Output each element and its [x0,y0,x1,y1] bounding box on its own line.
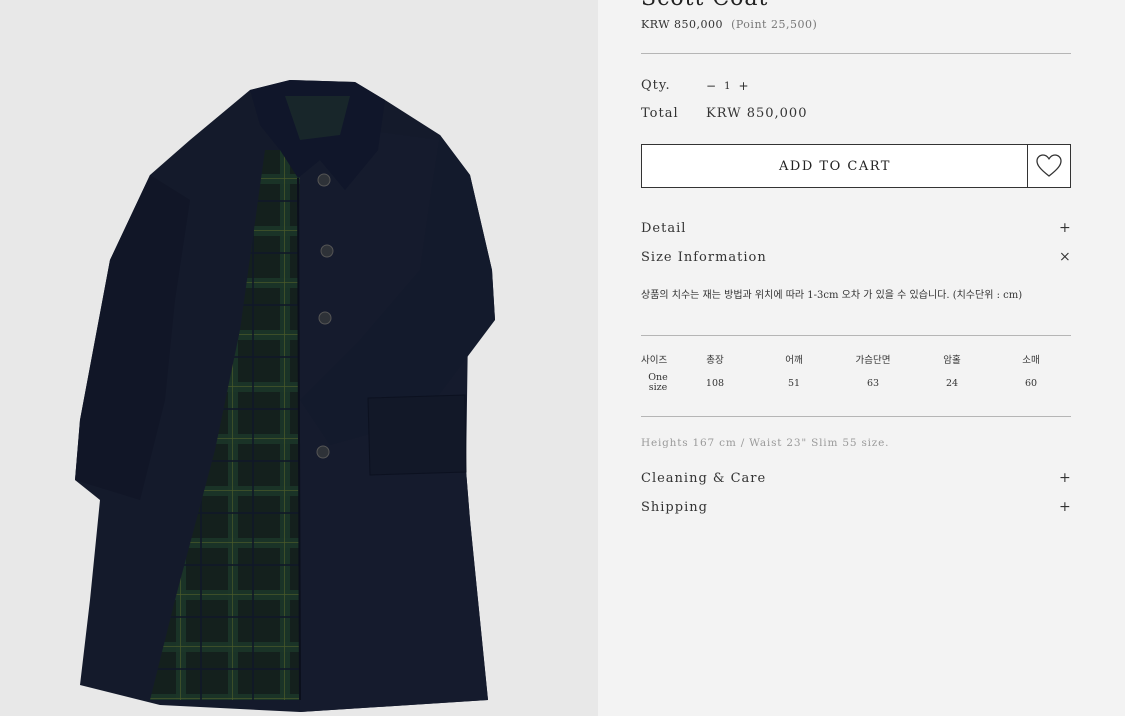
qty-value[interactable]: 1 [724,81,730,92]
add-to-cart-button[interactable]: ADD TO CART [641,144,1029,188]
quantity-stepper: − 1 + [706,79,749,93]
size-note: 상품의 치수는 재는 방법과 위치에 따라 1-3cm 오차 가 있을 수 있습… [641,290,1023,301]
wishlist-button[interactable] [1027,144,1071,188]
plus-icon[interactable]: + [1059,220,1071,236]
qty-label: Qty. [641,78,671,93]
heart-icon [1036,154,1062,177]
divider [641,335,1071,336]
total-value: KRW 850,000 [706,106,808,121]
accordion-cleaning-label: Cleaning & Care [641,470,767,486]
divider [641,53,1071,54]
qty-minus-button[interactable]: − [706,79,716,93]
product-info-panel: Scott Coat KRW 850,000 (Point 25,500) Qt… [598,0,1125,716]
close-icon[interactable]: × [1059,249,1071,265]
plus-icon[interactable]: + [1059,470,1071,486]
table-row: One size 108 51 63 24 60 [641,370,1071,396]
product-title: Scott Coat [641,0,768,11]
size-header-cell: 암홀 [943,355,961,366]
size-table: 사이즈 총장 어깨 가슴단면 암홀 소매 One size 108 51 63 … [641,350,1071,396]
size-value-cell: 63 [866,377,880,389]
accordion-detail-label: Detail [641,220,687,236]
accordion-shipping[interactable]: Shipping + [641,499,1071,515]
size-value-cell: 108 [705,377,725,389]
product-image [0,0,598,716]
size-header-cell: 총장 [706,355,724,366]
price-line: KRW 850,000 (Point 25,500) [641,18,817,31]
plus-icon[interactable]: + [1059,499,1071,515]
accordion-cleaning-care[interactable]: Cleaning & Care + [641,470,1071,486]
divider [641,416,1071,417]
size-name-line: size [648,382,668,393]
size-value-cell: 60 [1024,377,1038,389]
qty-plus-button[interactable]: + [738,79,748,93]
size-table-header: 사이즈 총장 어깨 가슴단면 암홀 소매 [641,350,1071,368]
size-value-cell: 51 [787,377,801,389]
accordion-size-information[interactable]: Size Information × [641,249,1071,265]
product-point: (Point 25,500) [731,18,818,31]
product-price: KRW 850,000 [641,18,724,31]
model-info: Heights 167 cm / Waist 23" Slim 55 size. [641,437,890,449]
coat-illustration [75,80,495,712]
size-value-cell: 24 [945,377,959,389]
accordion-size-label: Size Information [641,249,767,265]
size-header-cell: 어깨 [785,355,803,366]
size-name-cell: One size [641,373,675,393]
accordion-detail[interactable]: Detail + [641,220,1071,236]
size-header-cell: 소매 [1022,355,1040,366]
total-label: Total [641,106,679,121]
accordion-shipping-label: Shipping [641,499,708,515]
size-header-cell: 가슴단면 [855,355,891,366]
size-header-cell: 사이즈 [641,355,668,366]
